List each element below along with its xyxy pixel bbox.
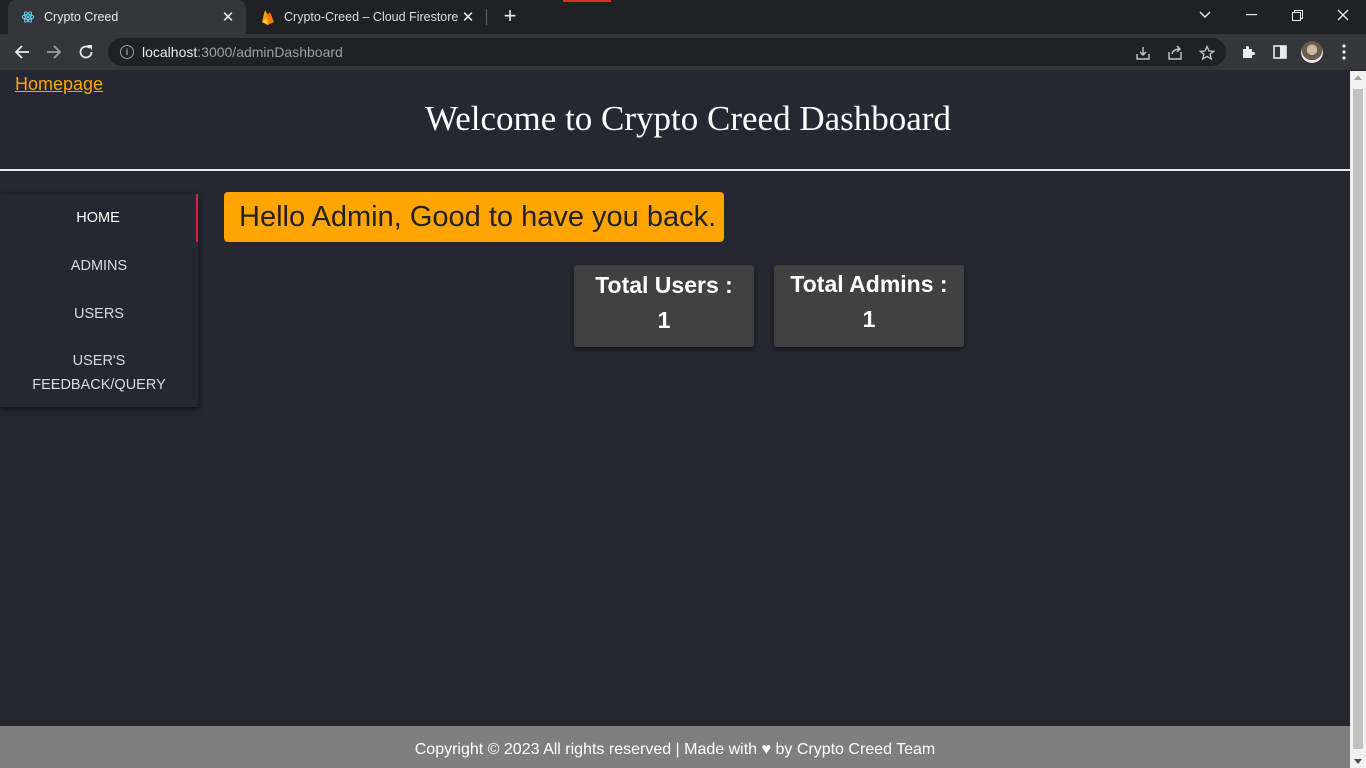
- stat-label: Total Admins :: [790, 271, 948, 297]
- greeting-banner: Hello Admin, Good to have you back.: [224, 192, 724, 242]
- sidebar-item-label: ADMINS: [70, 258, 128, 274]
- url-host: localhost: [142, 44, 198, 60]
- page-title: Welcome to Crypto Creed Dashboard: [425, 99, 951, 138]
- tab-search-icon[interactable]: [1182, 0, 1228, 30]
- tab-title: Crypto Creed: [44, 10, 119, 24]
- browser-tab-strip: Crypto Creed ✕ Crypto-Creed – Cloud Fire…: [0, 0, 1366, 34]
- restore-icon[interactable]: [1274, 0, 1320, 30]
- side-panel-icon[interactable]: [1270, 42, 1290, 62]
- install-app-icon[interactable]: [1134, 44, 1152, 62]
- sidebar-item-home[interactable]: HOME: [0, 194, 198, 242]
- total-users-card: Total Users : 1: [574, 265, 754, 347]
- back-icon[interactable]: [10, 40, 34, 64]
- new-tab-icon[interactable]: +: [498, 5, 522, 29]
- tab-title: Crypto-Creed – Cloud Firestore –: [284, 10, 458, 24]
- homepage-link[interactable]: Homepage: [15, 74, 103, 95]
- close-tab-icon[interactable]: ✕: [218, 7, 238, 27]
- scroll-down-icon[interactable]: [1354, 759, 1362, 764]
- scroll-up-icon[interactable]: [1354, 75, 1362, 80]
- reload-icon[interactable]: [74, 40, 98, 64]
- footer: Copyright © 2023 All rights reserved | M…: [0, 726, 1350, 768]
- forward-icon[interactable]: [42, 40, 66, 64]
- sidebar-item-label: HOME: [76, 210, 120, 226]
- dashboard-page: Homepage Welcome to Crypto Creed Dashboa…: [0, 71, 1350, 768]
- sidebar: HOME ADMINS USERS USER'S FEEDBACK/QUERY: [0, 194, 198, 407]
- stat-value: 1: [657, 307, 671, 333]
- header-divider: [0, 169, 1350, 171]
- sidebar-item-admins[interactable]: ADMINS: [0, 242, 198, 290]
- tab-strip-indicator: [563, 0, 611, 2]
- sidebar-item-label: USER'S: [72, 352, 126, 369]
- close-window-icon[interactable]: [1320, 0, 1366, 30]
- close-tab-icon[interactable]: ✕: [458, 7, 478, 27]
- minimize-icon[interactable]: [1228, 0, 1274, 30]
- browser-tab-crypto-creed[interactable]: Crypto Creed ✕: [8, 0, 246, 34]
- profile-avatar[interactable]: [1301, 41, 1323, 63]
- address-bar[interactable]: i localhost:3000/adminDashboard: [108, 38, 1226, 66]
- bookmark-star-icon[interactable]: [1198, 44, 1216, 62]
- total-admins-card: Total Admins : 1: [774, 265, 964, 347]
- browser-tab-firestore[interactable]: Crypto-Creed – Cloud Firestore – ✕: [250, 0, 486, 34]
- firebase-icon: [260, 9, 276, 25]
- sidebar-item-users[interactable]: USERS: [0, 290, 198, 338]
- url-path: :3000/adminDashboard: [197, 44, 343, 60]
- tab-separator: [486, 9, 487, 25]
- react-icon: [20, 9, 36, 25]
- sidebar-item-feedback[interactable]: USER'S FEEDBACK/QUERY: [0, 338, 198, 407]
- browser-menu-icon[interactable]: [1334, 42, 1354, 62]
- extensions-icon[interactable]: [1238, 42, 1258, 62]
- scrollbar-thumb[interactable]: [1353, 89, 1363, 749]
- browser-toolbar: i localhost:3000/adminDashboard: [0, 34, 1366, 70]
- page-scrollbar[interactable]: [1350, 71, 1366, 768]
- sidebar-item-label: FEEDBACK/QUERY: [32, 376, 166, 393]
- stat-label: Total Users :: [595, 272, 733, 298]
- footer-text: Copyright © 2023 All rights reserved | M…: [414, 741, 936, 758]
- site-info-icon[interactable]: i: [120, 45, 134, 59]
- stat-value: 1: [862, 306, 876, 332]
- share-icon[interactable]: [1166, 44, 1184, 62]
- sidebar-item-label: USERS: [74, 306, 124, 322]
